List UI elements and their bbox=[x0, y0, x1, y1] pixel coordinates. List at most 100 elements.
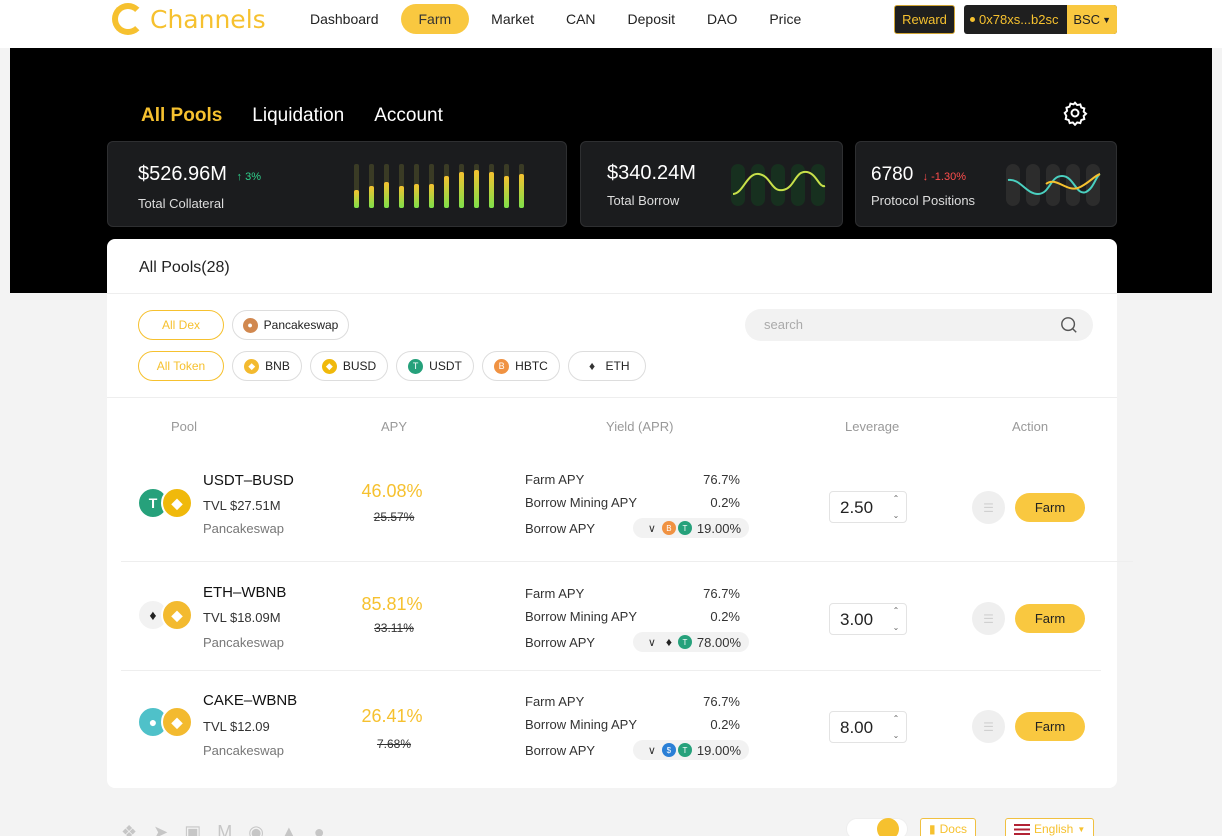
search-icon[interactable] bbox=[1060, 316, 1078, 334]
positions-change-value: -1.30% bbox=[931, 171, 966, 183]
pool-tvl: TVL $27.51M bbox=[203, 498, 281, 513]
nav-item-deposit[interactable]: Deposit bbox=[618, 4, 685, 34]
farm-button[interactable]: Farm bbox=[1015, 712, 1085, 741]
leverage-value: 3.00 bbox=[840, 610, 874, 629]
chevron-up-icon[interactable]: ⌃ bbox=[893, 494, 900, 503]
farm-button[interactable]: Farm bbox=[1015, 604, 1085, 633]
collateral-value-row: $526.96M ↑ 3% bbox=[138, 163, 261, 186]
filter-bnb[interactable]: ◆ BNB bbox=[232, 351, 302, 381]
nav-item-farm[interactable]: Farm bbox=[400, 4, 470, 34]
filter-eth-label: ETH bbox=[605, 359, 630, 373]
borrow-token-selector[interactable]: ∨ ♦ T 78.00% bbox=[633, 632, 749, 652]
tab-liquidation[interactable]: Liquidation bbox=[252, 105, 344, 127]
filter-pancakeswap-label: Pancakeswap bbox=[263, 318, 339, 332]
filter-all-dex[interactable]: All Dex bbox=[138, 310, 224, 340]
docs-button[interactable]: ▮ Docs bbox=[920, 818, 976, 836]
farm-button[interactable]: Farm bbox=[1015, 493, 1085, 522]
logo[interactable]: Channels bbox=[112, 0, 266, 38]
chevron-down-icon: ∨ bbox=[647, 522, 656, 535]
busd-icon: $ bbox=[661, 743, 676, 757]
mining-apy-label: Borrow Mining APY bbox=[525, 609, 637, 624]
leverage-stepper[interactable]: 2.50 ⌃ ⌄ bbox=[829, 491, 907, 523]
leverage-arrows: ⌃ ⌄ bbox=[888, 606, 904, 632]
gear-icon[interactable] bbox=[1062, 100, 1088, 126]
reward-button[interactable]: Reward bbox=[894, 5, 955, 34]
total-borrow-value: $340.24M bbox=[607, 162, 696, 184]
pool-name: CAKE–WBNB bbox=[203, 692, 298, 709]
network-selector[interactable]: BSC ▼ bbox=[1067, 5, 1117, 34]
filter-usdt[interactable]: T USDT bbox=[396, 351, 474, 381]
notification-icon[interactable]: ▲ bbox=[280, 822, 298, 836]
search-box bbox=[745, 309, 1093, 341]
search-input[interactable] bbox=[764, 317, 1044, 332]
list-icon: ☰ bbox=[983, 611, 994, 626]
language-selector[interactable]: English ▼ bbox=[1005, 818, 1095, 836]
nav-item-dashboard[interactable]: Dashboard bbox=[300, 4, 389, 34]
mining-apy-value: 0.2% bbox=[710, 609, 740, 624]
details-button[interactable]: ☰ bbox=[972, 491, 1005, 524]
details-button[interactable]: ☰ bbox=[972, 710, 1005, 743]
borrow-apy-label: Borrow APY bbox=[525, 743, 596, 758]
col-head-apy: APY bbox=[381, 419, 408, 434]
total-collateral-label: Total Collateral bbox=[138, 196, 224, 211]
filter-usdt-label: USDT bbox=[429, 359, 462, 373]
nav-item-market[interactable]: Market bbox=[481, 4, 544, 34]
usdt-icon: T bbox=[408, 358, 424, 374]
divider bbox=[121, 670, 1101, 671]
borrow-token-selector[interactable]: ∨ B T 19.00% bbox=[633, 518, 749, 538]
pool-apy: 26.41% bbox=[361, 706, 423, 726]
wbnb-icon: ◆ bbox=[161, 706, 193, 738]
leverage-stepper[interactable]: 8.00 ⌃ ⌄ bbox=[829, 711, 907, 743]
leverage-stepper[interactable]: 3.00 ⌃ ⌄ bbox=[829, 603, 907, 635]
telegram-icon[interactable]: ➤ bbox=[153, 822, 168, 836]
tab-all-pools[interactable]: All Pools bbox=[141, 105, 222, 127]
pool-dex: Pancakeswap bbox=[203, 521, 284, 536]
chevron-up-icon[interactable]: ⌃ bbox=[893, 606, 900, 615]
chevron-down-icon[interactable]: ⌄ bbox=[893, 511, 900, 520]
twitter-icon[interactable]: ❖ bbox=[121, 822, 137, 836]
nav-item-can[interactable]: CAN bbox=[556, 4, 606, 34]
nav-item-dao[interactable]: DAO bbox=[697, 4, 747, 34]
hbtc-icon: B bbox=[494, 358, 510, 374]
tab-account[interactable]: Account bbox=[374, 105, 443, 127]
list-icon: ☰ bbox=[983, 719, 994, 734]
borrow-apy-value: 19.00% bbox=[696, 742, 741, 758]
borrow-apy-value: 19.00% bbox=[696, 520, 741, 536]
usdt-icon: T bbox=[677, 521, 692, 535]
farm-apy-value: 76.7% bbox=[703, 472, 740, 487]
bnb-icon: ◆ bbox=[244, 358, 260, 374]
col-head-leverage: Leverage bbox=[845, 419, 900, 434]
filter-all-token[interactable]: All Token bbox=[138, 351, 224, 381]
borrow-token-selector[interactable]: ∨ $ T 19.00% bbox=[633, 740, 749, 760]
total-borrow-label: Total Borrow bbox=[607, 193, 680, 208]
theme-toggle[interactable] bbox=[846, 818, 908, 836]
filter-busd[interactable]: ◆ BUSD bbox=[310, 351, 388, 381]
farm-apy-label: Farm APY bbox=[525, 586, 585, 601]
chevron-down-icon[interactable]: ⌄ bbox=[893, 623, 900, 632]
col-head-yield: Yield (APR) bbox=[606, 419, 674, 434]
busd-icon: ◆ bbox=[321, 358, 337, 374]
mining-apy-value: 0.2% bbox=[710, 495, 740, 510]
stat-card-borrow: $340.24M Total Borrow bbox=[580, 141, 843, 227]
filter-eth[interactable]: ♦ ETH bbox=[568, 351, 646, 381]
pool-name: ETH–WBNB bbox=[203, 584, 287, 601]
discord-icon[interactable]: ▣ bbox=[184, 822, 201, 836]
filter-hbtc[interactable]: B HBTC bbox=[482, 351, 560, 381]
pancakeswap-icon: ● bbox=[242, 317, 258, 333]
wechat-icon[interactable]: ● bbox=[314, 822, 325, 836]
channels-logo-icon bbox=[112, 3, 144, 35]
chevron-down-icon[interactable]: ⌄ bbox=[893, 731, 900, 740]
eth-icon: ♦ bbox=[665, 635, 672, 649]
divider bbox=[107, 397, 1117, 398]
wbnb-icon: ◆ bbox=[161, 599, 193, 631]
borrow-apy-label: Borrow APY bbox=[525, 521, 596, 536]
filter-pancakeswap[interactable]: ● Pancakeswap bbox=[232, 310, 349, 340]
github-icon[interactable]: ◉ bbox=[248, 822, 264, 836]
chevron-up-icon[interactable]: ⌃ bbox=[893, 714, 900, 723]
wallet-button[interactable]: 0x78xs...b2sc BSC ▼ bbox=[964, 5, 1117, 34]
details-button[interactable]: ☰ bbox=[972, 602, 1005, 635]
medium-icon[interactable]: M bbox=[217, 822, 232, 836]
busd-icon: ◆ bbox=[161, 487, 193, 519]
stat-card-positions: 6780 ↓ -1.30% Protocol Positions bbox=[855, 141, 1117, 227]
nav-item-price[interactable]: Price bbox=[759, 4, 811, 34]
